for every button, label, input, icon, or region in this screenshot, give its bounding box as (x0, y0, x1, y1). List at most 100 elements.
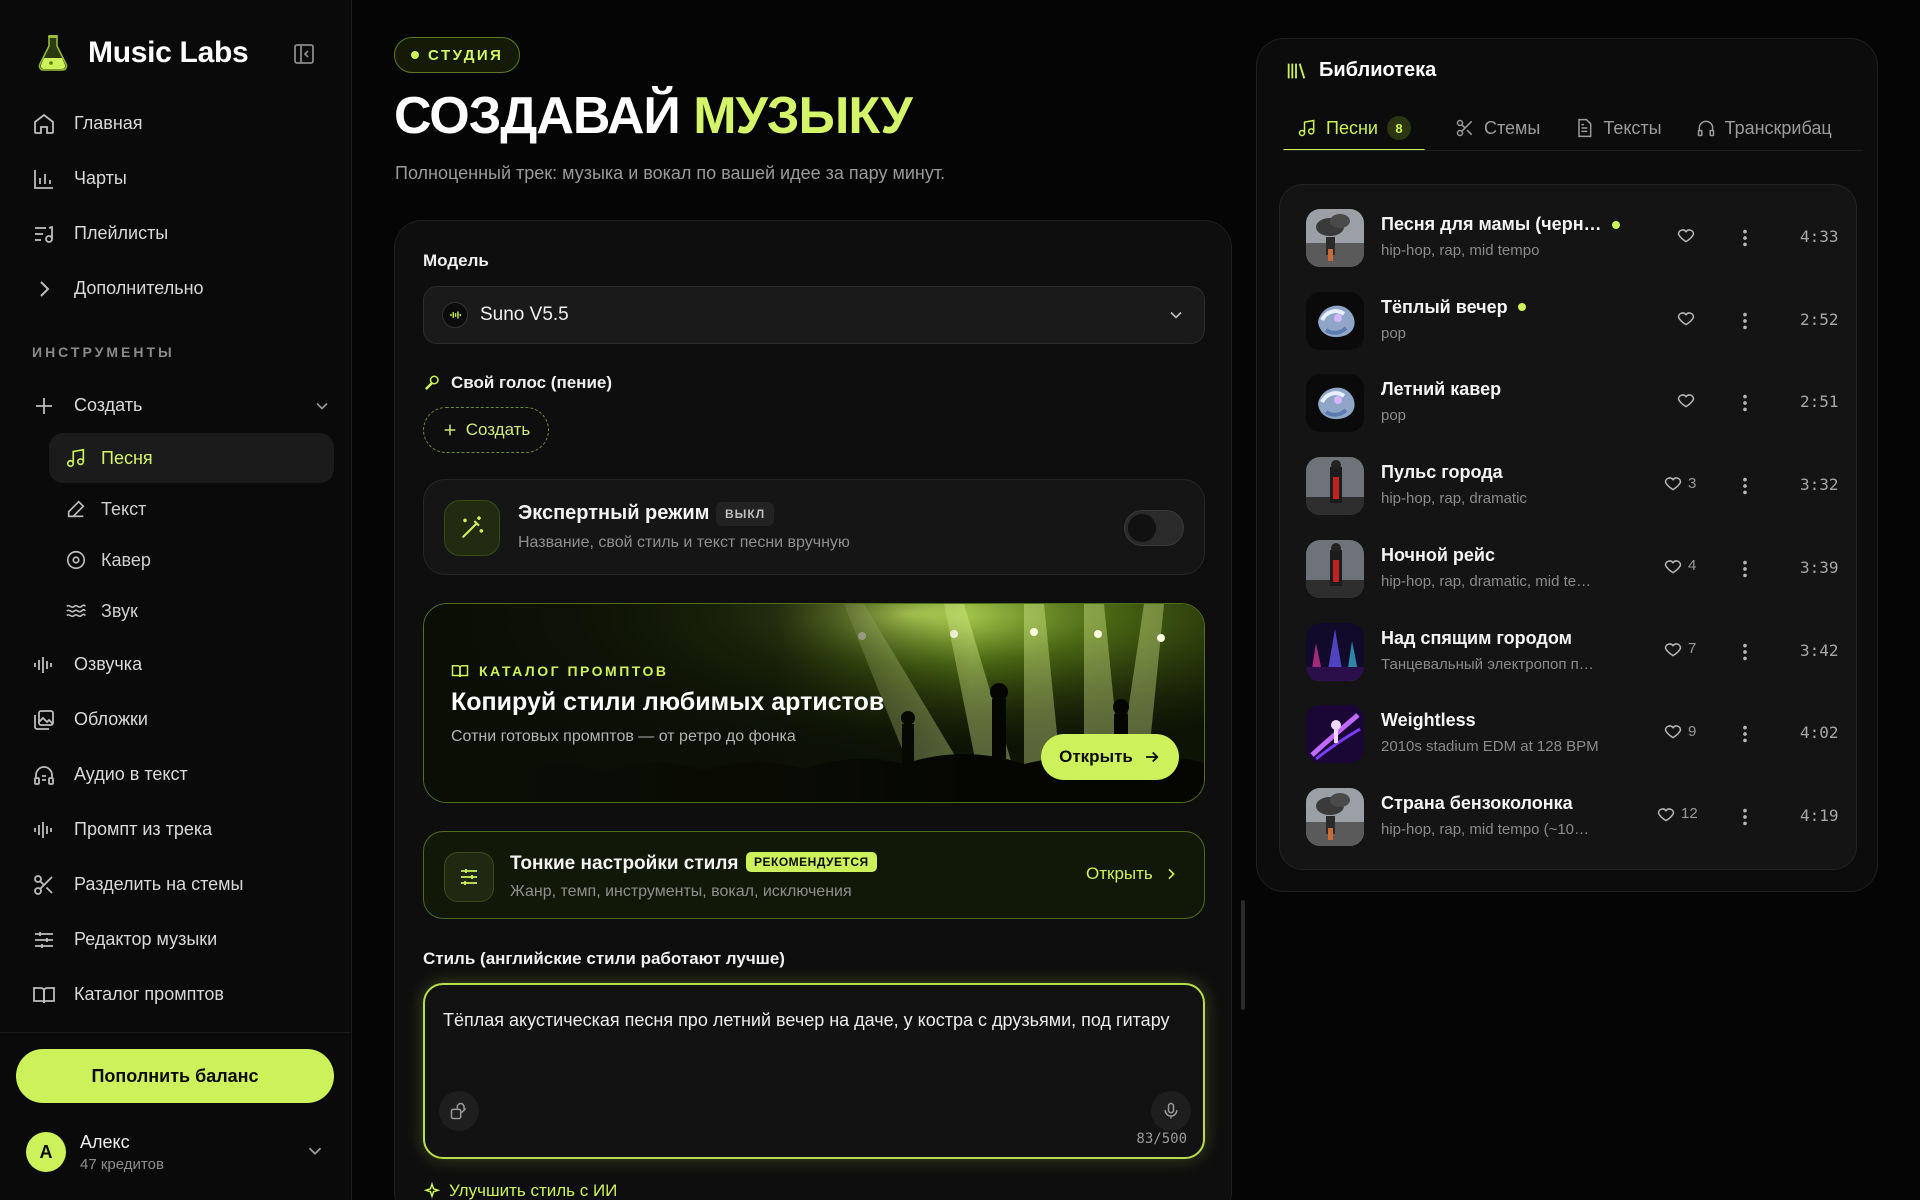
song-row[interactable]: Тёплый вечер pop 2:52 (1280, 280, 1858, 362)
sub-item-sound[interactable]: Звук (49, 586, 334, 636)
like-button[interactable] (1676, 390, 1696, 410)
song-row[interactable]: Песня для мамы (черн… hip-hop, rap, mid t… (1280, 197, 1858, 279)
headphones-text-icon (34, 765, 54, 785)
nav-item-voiceover[interactable]: Озвучка (30, 637, 340, 692)
tab-lyrics[interactable]: Тексты (1560, 105, 1675, 150)
song-title: Песня для мамы (черн… (1381, 214, 1620, 235)
song-title-text: Песня для мамы (черн… (1381, 214, 1602, 234)
style-textarea[interactable]: Тёплая акустическая песня про летний веч… (423, 983, 1205, 1159)
song-row[interactable]: Страна бензоколонка hip-hop, rap, mid tem… (1280, 776, 1858, 858)
sub-item-song[interactable]: Песня (49, 433, 334, 483)
create-voice-button[interactable]: Создать (423, 407, 549, 453)
song-duration: 3:39 (1800, 557, 1839, 577)
more-options-icon[interactable] (1734, 723, 1756, 745)
brand[interactable]: Music Labs (36, 34, 249, 72)
more-options-icon[interactable] (1734, 392, 1756, 414)
heart-icon (1677, 229, 1695, 243)
main-nav: Главная Чарты Плейлисты Дополнительно (30, 96, 340, 316)
user-menu[interactable]: А Алекс 47 кредитов (26, 1127, 326, 1177)
sub-item-text[interactable]: Текст (49, 484, 334, 534)
nav-item-more[interactable]: Дополнительно (30, 261, 340, 316)
topup-button[interactable]: Пополнить баланс (16, 1049, 334, 1103)
like-count: 7 (1688, 640, 1697, 657)
nav-item-prompt-from-track[interactable]: Промпт из трека (30, 802, 340, 857)
user-name: Алекс (80, 1131, 130, 1152)
more-options-icon[interactable] (1734, 310, 1756, 332)
voice-input-button[interactable] (1151, 1091, 1191, 1131)
heart-icon (1664, 477, 1682, 491)
expert-mode-card[interactable]: Экспертный режим ВЫКЛ Название, свой сти… (423, 479, 1205, 575)
style-settings-card[interactable]: Тонкие настройки стиля РЕКОМЕНДУЕТСЯ Жан… (423, 831, 1205, 919)
nav-item-prompt-catalog[interactable]: Каталог промптов (30, 967, 340, 1022)
waveform-icon (34, 656, 52, 673)
attach-style-button[interactable] (439, 1091, 479, 1131)
like-button[interactable]: 9 (1663, 721, 1696, 741)
song-row[interactable]: Над спящим городом Танцевальный электропо… (1280, 611, 1858, 693)
style-settings-desc: Жанр, темп, инструменты, вокал, исключен… (510, 883, 852, 900)
song-tags: hip-hop, rap, dramatic, mid te… (1381, 572, 1592, 590)
heart-icon (1657, 808, 1675, 822)
expert-mode-state: ВЫКЛ (716, 502, 775, 526)
style-settings-open-label: Открыть (1086, 864, 1153, 883)
collapse-sidebar-icon[interactable] (292, 42, 316, 66)
improve-style-button[interactable]: Улучшить стиль с ИИ (423, 1181, 617, 1200)
nav-label: Озвучка (74, 654, 143, 674)
expert-mode-toggle[interactable] (1124, 510, 1184, 546)
song-list: Песня для мамы (черн… hip-hop, rap, mid t… (1279, 184, 1857, 870)
like-button[interactable]: 12 (1656, 804, 1698, 824)
like-button[interactable]: 4 (1663, 556, 1696, 576)
page-title: СОЗДАВАЙ МУЗЫКУ (394, 86, 913, 146)
sidebar: Music Labs Главная Чарты Плейлисты Допол… (0, 0, 352, 1200)
song-row[interactable]: Ночной рейс hip-hop, rap, dramatic, mid t… (1280, 528, 1858, 610)
model-select[interactable]: Suno V5.5 (423, 286, 1205, 344)
like-button[interactable] (1676, 308, 1696, 328)
more-options-icon[interactable] (1734, 558, 1756, 580)
tab-stems[interactable]: Стемы (1441, 105, 1554, 150)
nav-item-create[interactable]: Создать (30, 378, 340, 433)
library-header: Библиотека (1285, 59, 1436, 82)
prompt-catalog-banner[interactable]: КАТАЛОГ ПРОМПТОВ Копируй стили любимых а… (423, 603, 1205, 803)
song-row[interactable]: Weightless 2010s stadium EDM at 128 BPM 9 4… (1280, 693, 1858, 775)
tab-songs[interactable]: Песни 8 (1283, 105, 1425, 150)
nav-item-covers[interactable]: Обложки (30, 692, 340, 747)
nav-item-home[interactable]: Главная (30, 96, 340, 151)
sub-item-cover[interactable]: Кавер (49, 535, 334, 585)
headphones-text-icon (1697, 120, 1714, 137)
more-options-icon[interactable] (1734, 641, 1756, 663)
scissors-icon (34, 874, 53, 895)
song-title: Пульс города (1381, 462, 1503, 483)
nav-item-charts[interactable]: Чарты (30, 151, 340, 206)
new-indicator (1517, 303, 1526, 312)
waveform-icon (34, 821, 52, 838)
microphone-pen-icon (424, 375, 439, 391)
sparkle-icon (423, 1182, 441, 1199)
song-duration: 3:42 (1800, 640, 1839, 660)
like-button[interactable] (1676, 225, 1696, 245)
promo-subtitle: Сотни готовых промптов — от ретро до фон… (451, 728, 796, 745)
nav-item-music-editor[interactable]: Редактор музыки (30, 912, 340, 967)
song-row[interactable]: Летний кавер pop 2:51 (1280, 362, 1858, 444)
like-button[interactable]: 3 (1663, 473, 1696, 493)
nav-item-audio-to-text[interactable]: Аудио в текст (30, 747, 340, 802)
nav-item-split-stems[interactable]: Разделить на стемы (30, 857, 340, 912)
studio-badge-label: СТУДИЯ (428, 46, 504, 64)
chevron-right-icon (1168, 868, 1175, 880)
song-row[interactable]: Пульс города hip-hop, rap, dramatic 3 3:32 (1280, 445, 1858, 527)
style-settings-open[interactable]: Открыть (1086, 864, 1179, 884)
heart-icon (1664, 642, 1682, 657)
tools-nav: Создать Песня Текст Кавер Звук Озвучка О… (30, 378, 340, 1022)
tab-label: Тексты (1603, 117, 1662, 138)
song-cover-image (1306, 787, 1364, 846)
more-options-icon[interactable] (1734, 227, 1756, 249)
scrollbar[interactable] (1241, 900, 1245, 1010)
song-tags: hip-hop, rap, dramatic (1381, 490, 1527, 508)
more-options-icon[interactable] (1734, 475, 1756, 497)
tab-transcribe[interactable]: Транскрибац (1682, 105, 1846, 150)
like-button[interactable]: 7 (1663, 639, 1696, 659)
promo-open-button[interactable]: Открыть (1041, 734, 1179, 780)
char-count: 83/500 (1136, 1131, 1187, 1147)
nav-item-playlists[interactable]: Плейлисты (30, 206, 340, 261)
more-options-icon[interactable] (1734, 806, 1756, 828)
sub-item-label: Кавер (101, 549, 151, 570)
create-voice-label: Создать (465, 420, 531, 439)
